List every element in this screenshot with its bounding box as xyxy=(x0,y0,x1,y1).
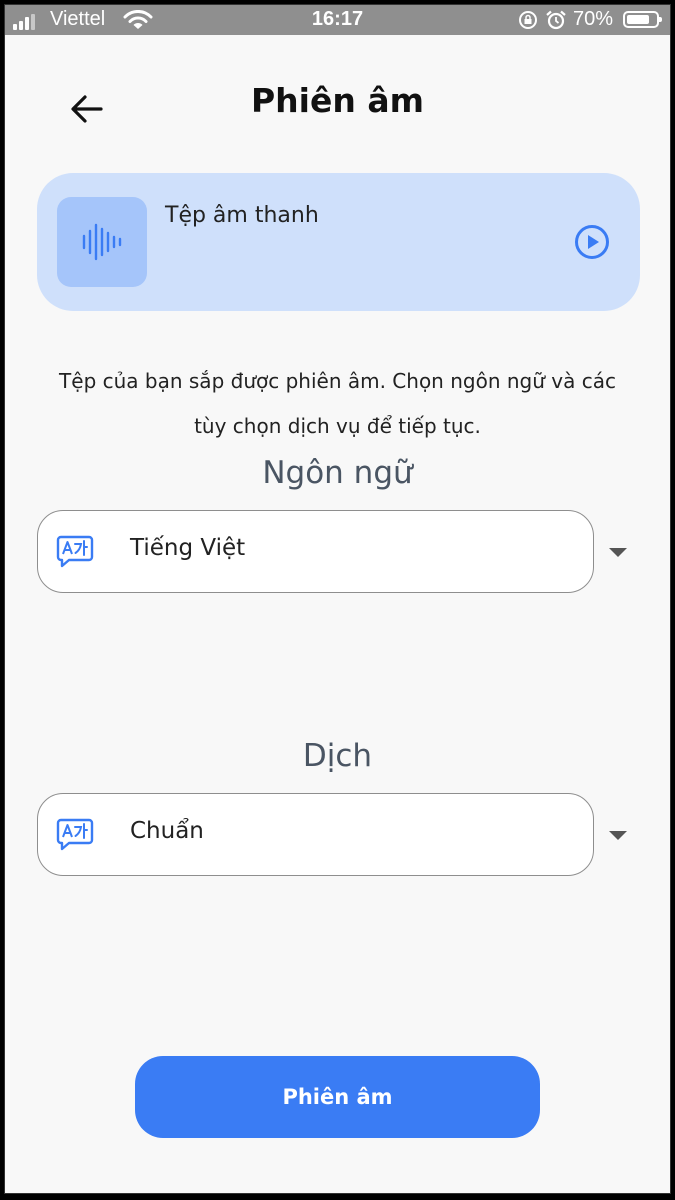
translate-icon xyxy=(56,535,94,568)
language-dropdown[interactable]: Tiếng Việt xyxy=(37,510,594,593)
rotation-lock-icon xyxy=(519,11,537,29)
translation-dropdown[interactable]: Chuẩn xyxy=(37,793,594,876)
transcribe-button[interactable]: Phiên âm xyxy=(135,1056,540,1138)
play-circle-icon[interactable] xyxy=(574,224,610,260)
waveform-icon xyxy=(57,197,147,287)
audio-file-label: Tệp âm thanh xyxy=(165,203,319,228)
instruction-text: Tệp của bạn sắp được phiên âm. Chọn ngôn… xyxy=(59,369,616,438)
translation-label: Dịch xyxy=(302,738,373,774)
translate-icon xyxy=(56,818,94,851)
alarm-icon xyxy=(546,10,566,30)
status-bar: Viettel 16:17 70% xyxy=(5,5,670,35)
language-label: Ngôn ngữ xyxy=(262,455,413,491)
status-time: 16:17 xyxy=(311,8,364,30)
chevron-down-icon[interactable] xyxy=(609,548,627,557)
battery-icon xyxy=(623,11,662,28)
translation-selected-value: Chuẩn xyxy=(130,818,204,844)
page-title: Phiên âm xyxy=(250,81,424,120)
audio-file-card: Tệp âm thanh xyxy=(37,173,640,311)
app-screen: Viettel 16:17 70% Phiên âm Tệp âm thanh … xyxy=(4,4,671,1194)
chevron-down-icon[interactable] xyxy=(609,831,627,840)
battery-percent: 70% xyxy=(573,8,614,30)
language-selected-value: Tiếng Việt xyxy=(130,535,246,561)
